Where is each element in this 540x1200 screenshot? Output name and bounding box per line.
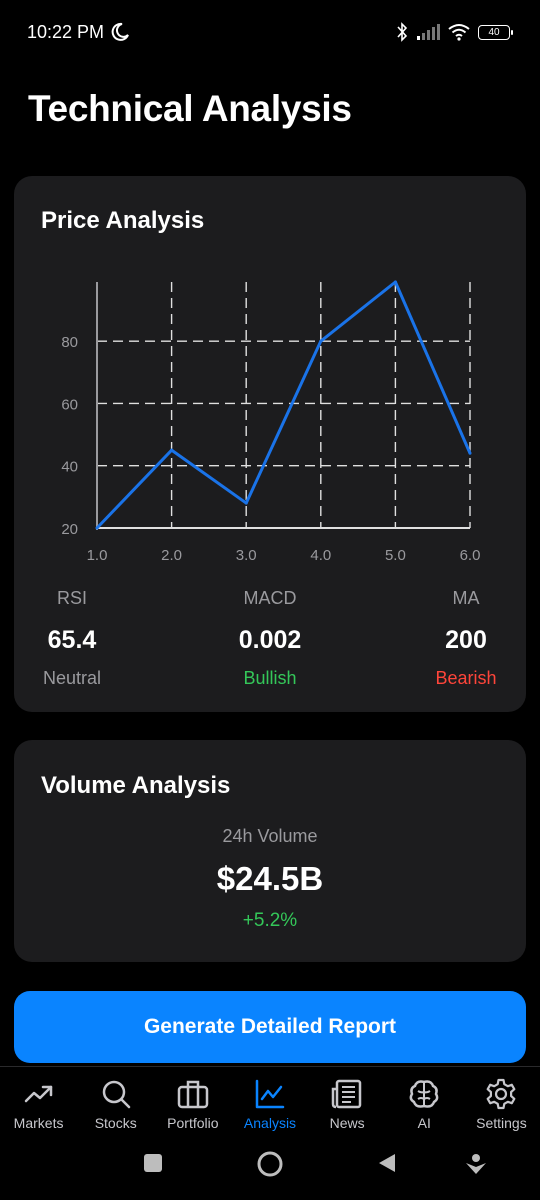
volume-analysis-title: Volume Analysis — [41, 772, 231, 799]
volume-analysis-card: Volume Analysis 24h Volume $24.5B +5.2% — [14, 740, 526, 962]
chart-data-point — [393, 280, 397, 284]
chart-y-tick-label: 20 — [61, 521, 78, 538]
line-chart-icon — [255, 1079, 285, 1109]
volume-value: $24.5B — [216, 860, 324, 897]
page-title: Technical Analysis — [28, 88, 352, 129]
indicator-macd: MACD 0.002 Bullish — [210, 588, 330, 690]
volume-change: +5.2% — [242, 910, 298, 931]
system-nav-bar — [0, 1136, 540, 1200]
bottom-tab-bar: Markets Stocks Portfolio Analysis News A… — [0, 1066, 540, 1136]
indicator-rsi: RSI 65.4 Neutral — [12, 588, 132, 690]
indicator-name: MACD — [243, 588, 297, 608]
indicator-ma: MA 200 Bearish — [406, 588, 526, 690]
search-icon — [102, 1080, 130, 1109]
tab-markets[interactable]: Markets — [0, 1067, 77, 1136]
tab-ai[interactable]: AI — [386, 1067, 463, 1136]
chart-y-tick-label: 60 — [61, 396, 78, 413]
briefcase-icon — [177, 1080, 209, 1109]
status-time: 10:22 PM — [27, 22, 105, 42]
tab-news[interactable]: News — [309, 1067, 386, 1136]
chart-data-point — [95, 526, 99, 530]
chart-x-tick-label: 3.0 — [236, 547, 257, 564]
tab-settings[interactable]: Settings — [463, 1067, 540, 1136]
tab-stocks[interactable]: Stocks — [77, 1067, 154, 1136]
tab-label: AI — [417, 1115, 431, 1131]
volume-label: 24h Volume — [222, 826, 318, 846]
tab-analysis[interactable]: Analysis — [231, 1067, 308, 1136]
indicator-value: 65.4 — [47, 626, 97, 654]
tab-label: Portfolio — [167, 1115, 219, 1131]
status-icons: 40 — [396, 22, 513, 42]
tab-label: Settings — [476, 1115, 527, 1131]
home-circle-icon[interactable] — [256, 1150, 284, 1178]
trending-up-icon — [24, 1085, 52, 1103]
chart-data-point — [244, 501, 248, 505]
gear-icon — [487, 1078, 516, 1110]
indicator-value: 200 — [445, 626, 487, 654]
chart-data-point — [319, 339, 323, 343]
price-analysis-card: Price Analysis 20 40 60 80 1.0 2.0 3.0 4.0 5.0 6.… — [14, 176, 526, 712]
chart-series-line — [95, 280, 472, 530]
chart-x-tick-label: 2.0 — [161, 547, 182, 564]
moon-icon — [111, 22, 129, 41]
price-line-chart: 20 40 60 80 1.0 2.0 3.0 4.0 5.0 6.0 — [61, 280, 481, 564]
indicator-status: Bearish — [435, 668, 497, 688]
wifi-icon — [448, 24, 470, 41]
bluetooth-icon — [397, 22, 408, 42]
status-bar: 10:22 PM 40 — [0, 0, 540, 64]
battery-indicator: 40 — [478, 24, 513, 40]
tab-portfolio[interactable]: Portfolio — [154, 1067, 231, 1136]
indicator-value: 0.002 — [238, 626, 302, 654]
chart-y-tick-label: 80 — [61, 334, 78, 351]
brain-icon — [409, 1080, 439, 1108]
tab-label: Stocks — [94, 1115, 137, 1131]
chart-data-point — [170, 448, 174, 452]
indicator-status: Bullish — [243, 668, 297, 688]
recents-square-icon[interactable] — [142, 1152, 164, 1174]
chart-x-tick-label: 5.0 — [385, 547, 406, 564]
assistant-icon[interactable] — [464, 1152, 488, 1176]
tab-label: Analysis — [243, 1115, 297, 1131]
chart-x-tick-label: 1.0 — [87, 547, 108, 564]
chart-x-tick-label: 4.0 — [310, 547, 331, 564]
chart-x-tick-label: 6.0 — [460, 547, 481, 564]
chart-y-tick-label: 40 — [61, 459, 78, 476]
chart-data-point — [468, 451, 472, 455]
indicator-name: MA — [452, 588, 480, 608]
generate-report-button[interactable]: Generate Detailed Report — [14, 991, 526, 1063]
back-triangle-icon[interactable] — [376, 1152, 398, 1174]
indicator-status: Neutral — [42, 668, 102, 688]
tab-label: Markets — [13, 1115, 64, 1131]
newspaper-icon — [331, 1079, 362, 1109]
indicator-name: RSI — [56, 588, 87, 608]
signal-icon — [417, 24, 440, 40]
tab-label: News — [329, 1115, 365, 1131]
